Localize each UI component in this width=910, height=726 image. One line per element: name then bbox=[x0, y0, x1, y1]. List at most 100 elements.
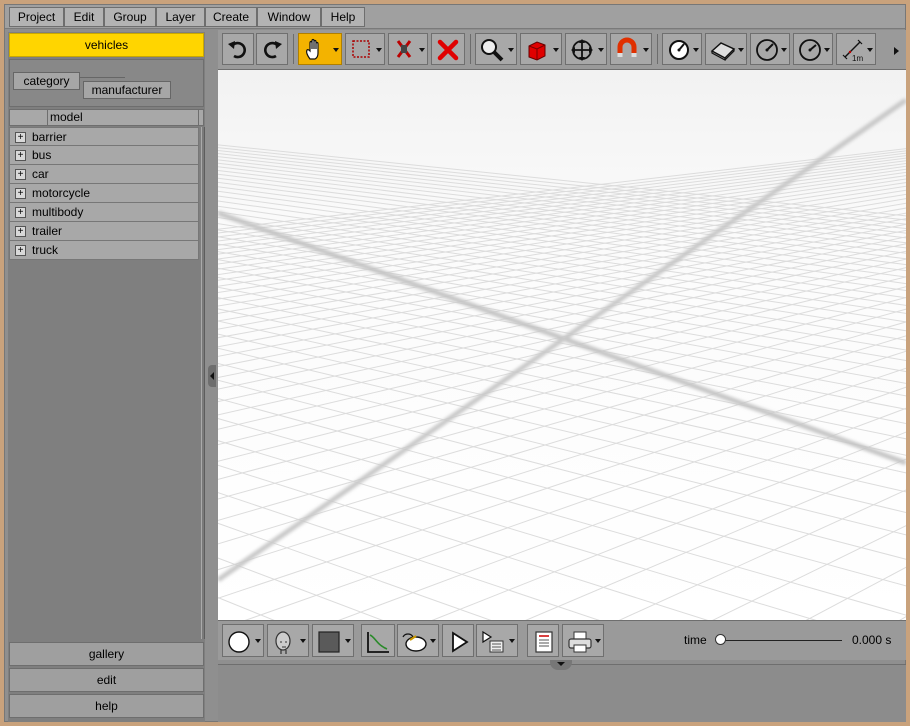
tree-row[interactable]: + car bbox=[9, 165, 199, 184]
dropdown-arrow-icon[interactable] bbox=[738, 48, 744, 52]
expand-icon[interactable]: + bbox=[15, 188, 26, 199]
dropdown-arrow-icon[interactable] bbox=[693, 48, 699, 52]
play-button[interactable] bbox=[442, 624, 474, 657]
expand-icon[interactable]: + bbox=[15, 207, 26, 218]
time-slider-track[interactable] bbox=[720, 640, 842, 641]
tree-row[interactable]: + multibody bbox=[9, 203, 199, 222]
dropdown-arrow-icon[interactable] bbox=[255, 639, 261, 643]
3d-viewport[interactable] bbox=[218, 70, 906, 620]
report-icon bbox=[535, 631, 553, 653]
terrain-icon bbox=[710, 42, 736, 62]
graph-button[interactable] bbox=[361, 624, 395, 657]
dropdown-arrow-icon[interactable] bbox=[419, 48, 425, 52]
angle-tool-button[interactable] bbox=[662, 33, 702, 65]
tree-row[interactable]: + trailer bbox=[9, 222, 199, 241]
model-tree: + barrier + bus + car + motorcycle + multibod… bbox=[9, 127, 199, 260]
bottom-panel bbox=[218, 664, 906, 722]
expand-icon[interactable]: + bbox=[15, 150, 26, 161]
cut-tool-button[interactable] bbox=[388, 33, 428, 65]
edit-button[interactable]: edit bbox=[9, 668, 204, 692]
shading-button[interactable] bbox=[222, 624, 264, 657]
menu-project[interactable]: Project bbox=[9, 7, 64, 27]
help-button[interactable]: help bbox=[9, 694, 204, 718]
terrain-tool-button[interactable] bbox=[705, 33, 747, 65]
expand-icon[interactable]: + bbox=[15, 245, 26, 256]
ruler-tool-button[interactable]: 1m bbox=[836, 33, 876, 65]
head-icon bbox=[275, 631, 291, 654]
menu-layer[interactable]: Layer bbox=[156, 7, 205, 27]
delete-icon bbox=[437, 39, 459, 61]
playback-toolbar: time 0.000 s bbox=[218, 620, 906, 660]
camera-view-button[interactable] bbox=[267, 624, 309, 657]
gauge-tool-button[interactable] bbox=[750, 33, 790, 65]
snap-tool-button[interactable] bbox=[610, 33, 652, 65]
dropdown-arrow-icon[interactable] bbox=[509, 639, 515, 643]
menu-help[interactable]: Help bbox=[321, 7, 365, 27]
gauge2-icon bbox=[799, 39, 821, 61]
column-header[interactable]: model bbox=[9, 109, 204, 126]
background-color-button[interactable] bbox=[312, 624, 354, 657]
tree-label: barrier bbox=[32, 130, 67, 144]
tree-label: bus bbox=[32, 148, 52, 162]
undo-button[interactable] bbox=[222, 33, 254, 65]
gallery-button[interactable]: gallery bbox=[9, 642, 204, 666]
toolbar-separator bbox=[657, 34, 658, 64]
select-tool-button[interactable] bbox=[345, 33, 385, 65]
dropdown-arrow-icon[interactable] bbox=[553, 48, 559, 52]
tab-divider bbox=[80, 77, 125, 78]
column-header-model[interactable]: model bbox=[50, 110, 83, 125]
tree-scrollbar[interactable] bbox=[201, 127, 205, 639]
dropdown-arrow-icon[interactable] bbox=[781, 48, 787, 52]
print-button[interactable] bbox=[562, 624, 604, 657]
play-list-icon bbox=[482, 630, 504, 653]
tab-manufacturer[interactable]: manufacturer bbox=[83, 81, 171, 99]
menu-group[interactable]: Group bbox=[104, 7, 156, 27]
playback-options-button[interactable] bbox=[476, 624, 518, 657]
tree-row[interactable]: + barrier bbox=[9, 127, 199, 146]
dropdown-arrow-icon[interactable] bbox=[300, 639, 306, 643]
expand-icon[interactable]: + bbox=[15, 169, 26, 180]
color-swatch-icon bbox=[318, 631, 340, 653]
gauge-icon bbox=[756, 39, 778, 61]
tree-row[interactable]: + truck bbox=[9, 241, 199, 260]
tree-row[interactable]: + motorcycle bbox=[9, 184, 199, 203]
mouse-icon bbox=[402, 633, 427, 652]
dropdown-arrow-icon[interactable] bbox=[824, 48, 830, 52]
expand-icon[interactable]: + bbox=[15, 132, 26, 143]
dropdown-arrow-icon[interactable] bbox=[345, 639, 351, 643]
vehicles-button[interactable]: vehicles bbox=[9, 33, 204, 57]
main-toolbar: 1m bbox=[218, 30, 906, 70]
toolbar-overflow-icon[interactable] bbox=[894, 47, 899, 55]
zoom-tool-button[interactable] bbox=[475, 33, 517, 65]
menu-create[interactable]: Create bbox=[205, 7, 257, 27]
menu-edit[interactable]: Edit bbox=[64, 7, 104, 27]
gauge2-tool-button[interactable] bbox=[793, 33, 833, 65]
tree-label: car bbox=[32, 167, 49, 181]
redo-button[interactable] bbox=[256, 33, 288, 65]
pan-tool-button[interactable] bbox=[298, 33, 342, 65]
tab-bar: category manufacturer bbox=[9, 59, 204, 107]
dropdown-arrow-icon[interactable] bbox=[643, 48, 649, 52]
tab-category[interactable]: category bbox=[13, 72, 80, 90]
move-icon bbox=[571, 39, 593, 61]
menu-window[interactable]: Window bbox=[257, 7, 321, 27]
create-object-button[interactable] bbox=[520, 33, 562, 65]
dropdown-arrow-icon[interactable] bbox=[333, 48, 339, 52]
simulate-button[interactable] bbox=[397, 624, 439, 657]
dropdown-arrow-icon[interactable] bbox=[508, 48, 514, 52]
dropdown-arrow-icon[interactable] bbox=[598, 48, 604, 52]
delete-button[interactable] bbox=[431, 33, 465, 65]
time-slider-handle[interactable] bbox=[715, 634, 726, 645]
dropdown-arrow-icon[interactable] bbox=[867, 48, 873, 52]
dropdown-arrow-icon[interactable] bbox=[376, 48, 382, 52]
panel-collapse-handle[interactable] bbox=[208, 365, 216, 387]
cut-icon bbox=[396, 40, 412, 58]
ground-grid bbox=[218, 70, 906, 620]
tree-row[interactable]: + bus bbox=[9, 146, 199, 165]
dropdown-arrow-icon[interactable] bbox=[595, 639, 601, 643]
expand-icon[interactable]: + bbox=[15, 226, 26, 237]
report-button[interactable] bbox=[527, 624, 559, 657]
move-tool-button[interactable] bbox=[565, 33, 607, 65]
hand-pan-icon bbox=[306, 38, 319, 60]
dropdown-arrow-icon[interactable] bbox=[430, 639, 436, 643]
